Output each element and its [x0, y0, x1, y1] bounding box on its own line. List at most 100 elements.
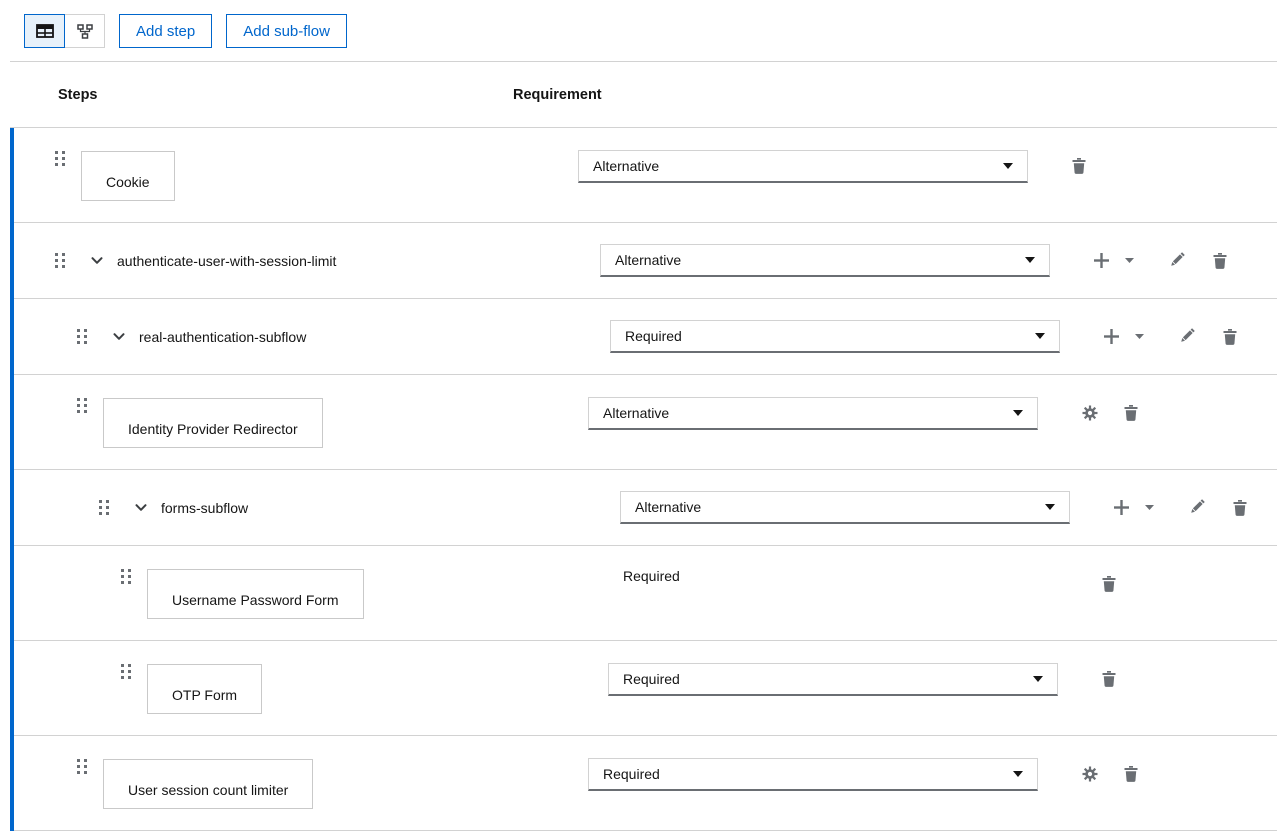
drag-handle-icon[interactable] [121, 664, 131, 679]
caret-down-icon [1013, 410, 1023, 416]
settings-button[interactable] [1082, 405, 1098, 421]
add-subflow-button[interactable]: Add sub-flow [226, 14, 347, 48]
trash-icon [1233, 500, 1247, 516]
drag-handle-icon[interactable] [77, 398, 87, 413]
grip-dots-icon [55, 151, 65, 166]
requirement-value: Required [625, 328, 682, 344]
delete-button[interactable] [1102, 576, 1116, 592]
caret-down-icon [1003, 163, 1013, 169]
plus-icon [1114, 500, 1129, 515]
requirement-select[interactable]: Alternative [620, 491, 1070, 524]
table-body: CookieAlternativeauthenticate-user-with-… [10, 128, 1277, 831]
add-button[interactable] [1094, 253, 1109, 268]
drag-handle-icon[interactable] [77, 759, 87, 774]
add-options-toggle[interactable] [1125, 258, 1134, 263]
plus-icon [1104, 329, 1119, 344]
drag-handle-icon[interactable] [99, 500, 109, 515]
step-card: Cookie [81, 151, 175, 201]
requirement-select[interactable]: Alternative [600, 244, 1050, 277]
expand-toggle[interactable] [135, 504, 147, 512]
table-row: User session count limiter Required [14, 736, 1277, 831]
table-header-row: Steps Requirement [10, 62, 1277, 128]
caret-down-icon [1025, 257, 1035, 263]
gear-icon [1082, 766, 1098, 782]
diagram-view-toggle[interactable] [64, 14, 105, 48]
expand-toggle[interactable] [91, 257, 103, 265]
requirement-select[interactable]: Alternative [588, 397, 1038, 430]
delete-button[interactable] [1124, 405, 1138, 421]
grip-dots-icon [77, 759, 87, 774]
requirement-column-header: Requirement [513, 87, 602, 103]
steps-cell: OTP Form [14, 641, 560, 735]
plus-icon [1094, 253, 1109, 268]
requirement-cell: Required [560, 299, 1277, 374]
requirement-value: Alternative [615, 252, 681, 268]
trash-icon [1124, 405, 1138, 421]
requirement-select[interactable]: Required [610, 320, 1060, 353]
subflow-name: real-authentication-subflow [139, 329, 306, 345]
table-row: OTP Form Required [14, 641, 1277, 736]
delete-button[interactable] [1233, 500, 1247, 516]
edit-button[interactable] [1188, 499, 1205, 516]
subflow-name: forms-subflow [161, 500, 248, 516]
trash-icon [1124, 766, 1138, 782]
edit-button[interactable] [1168, 252, 1185, 269]
add-step-button[interactable]: Add step [119, 14, 212, 48]
flow-steps-table: Steps Requirement CookieAlternativeauthe… [0, 62, 1277, 831]
table-row: Username Password Form Required [14, 546, 1277, 641]
step-name: Username Password Form [172, 592, 339, 608]
toolbar: Add step Add sub-flow [0, 0, 1277, 62]
caret-down-icon [1135, 334, 1144, 339]
pencil-icon [1178, 328, 1195, 345]
trash-icon [1223, 329, 1237, 345]
edit-button[interactable] [1178, 328, 1195, 345]
drag-handle-icon[interactable] [55, 151, 65, 166]
requirement-cell: Required [560, 546, 1277, 640]
steps-cell: Identity Provider Redirector [14, 375, 560, 469]
pencil-icon [1188, 499, 1205, 516]
drag-handle-icon[interactable] [121, 569, 131, 584]
delete-button[interactable] [1102, 671, 1116, 687]
authentication-flow-editor: Add step Add sub-flow Steps Requirement … [0, 0, 1277, 831]
drag-handle-icon[interactable] [77, 329, 87, 344]
add-options-toggle[interactable] [1135, 334, 1144, 339]
table-row: authenticate-user-with-session-limitAlte… [14, 223, 1277, 299]
steps-cell: forms-subflow [14, 470, 560, 545]
delete-button[interactable] [1213, 253, 1227, 269]
caret-down-icon [1035, 333, 1045, 339]
settings-button[interactable] [1082, 766, 1098, 782]
delete-button[interactable] [1072, 158, 1086, 174]
table-view-toggle[interactable] [24, 14, 65, 48]
requirement-value: Required [608, 568, 1058, 584]
row-actions [1102, 576, 1116, 592]
delete-button[interactable] [1124, 766, 1138, 782]
table-icon [36, 24, 54, 38]
chevron-down-icon [113, 333, 125, 341]
chevron-down-icon [91, 257, 103, 265]
requirement-value: Required [603, 766, 660, 782]
step-card: User session count limiter [103, 759, 313, 809]
trash-icon [1072, 158, 1086, 174]
requirement-select[interactable]: Required [608, 663, 1058, 696]
drag-handle-icon[interactable] [55, 253, 65, 268]
trash-icon [1213, 253, 1227, 269]
requirement-cell: Alternative [560, 128, 1277, 222]
add-options-toggle[interactable] [1145, 505, 1154, 510]
delete-button[interactable] [1223, 329, 1237, 345]
row-actions [1072, 158, 1086, 174]
add-button[interactable] [1104, 329, 1119, 344]
row-actions [1082, 766, 1138, 782]
row-actions [1102, 671, 1116, 687]
add-button[interactable] [1114, 500, 1129, 515]
requirement-select[interactable]: Required [588, 758, 1038, 791]
expand-toggle[interactable] [113, 333, 125, 341]
grip-dots-icon [121, 664, 131, 679]
requirement-value: Alternative [635, 499, 701, 515]
steps-cell: Cookie [14, 128, 560, 222]
table-row: Cookie Alternative [14, 128, 1277, 223]
caret-down-icon [1125, 258, 1134, 263]
requirement-select[interactable]: Alternative [578, 150, 1028, 183]
caret-down-icon [1145, 505, 1154, 510]
gear-icon [1082, 405, 1098, 421]
step-card: Username Password Form [147, 569, 364, 619]
